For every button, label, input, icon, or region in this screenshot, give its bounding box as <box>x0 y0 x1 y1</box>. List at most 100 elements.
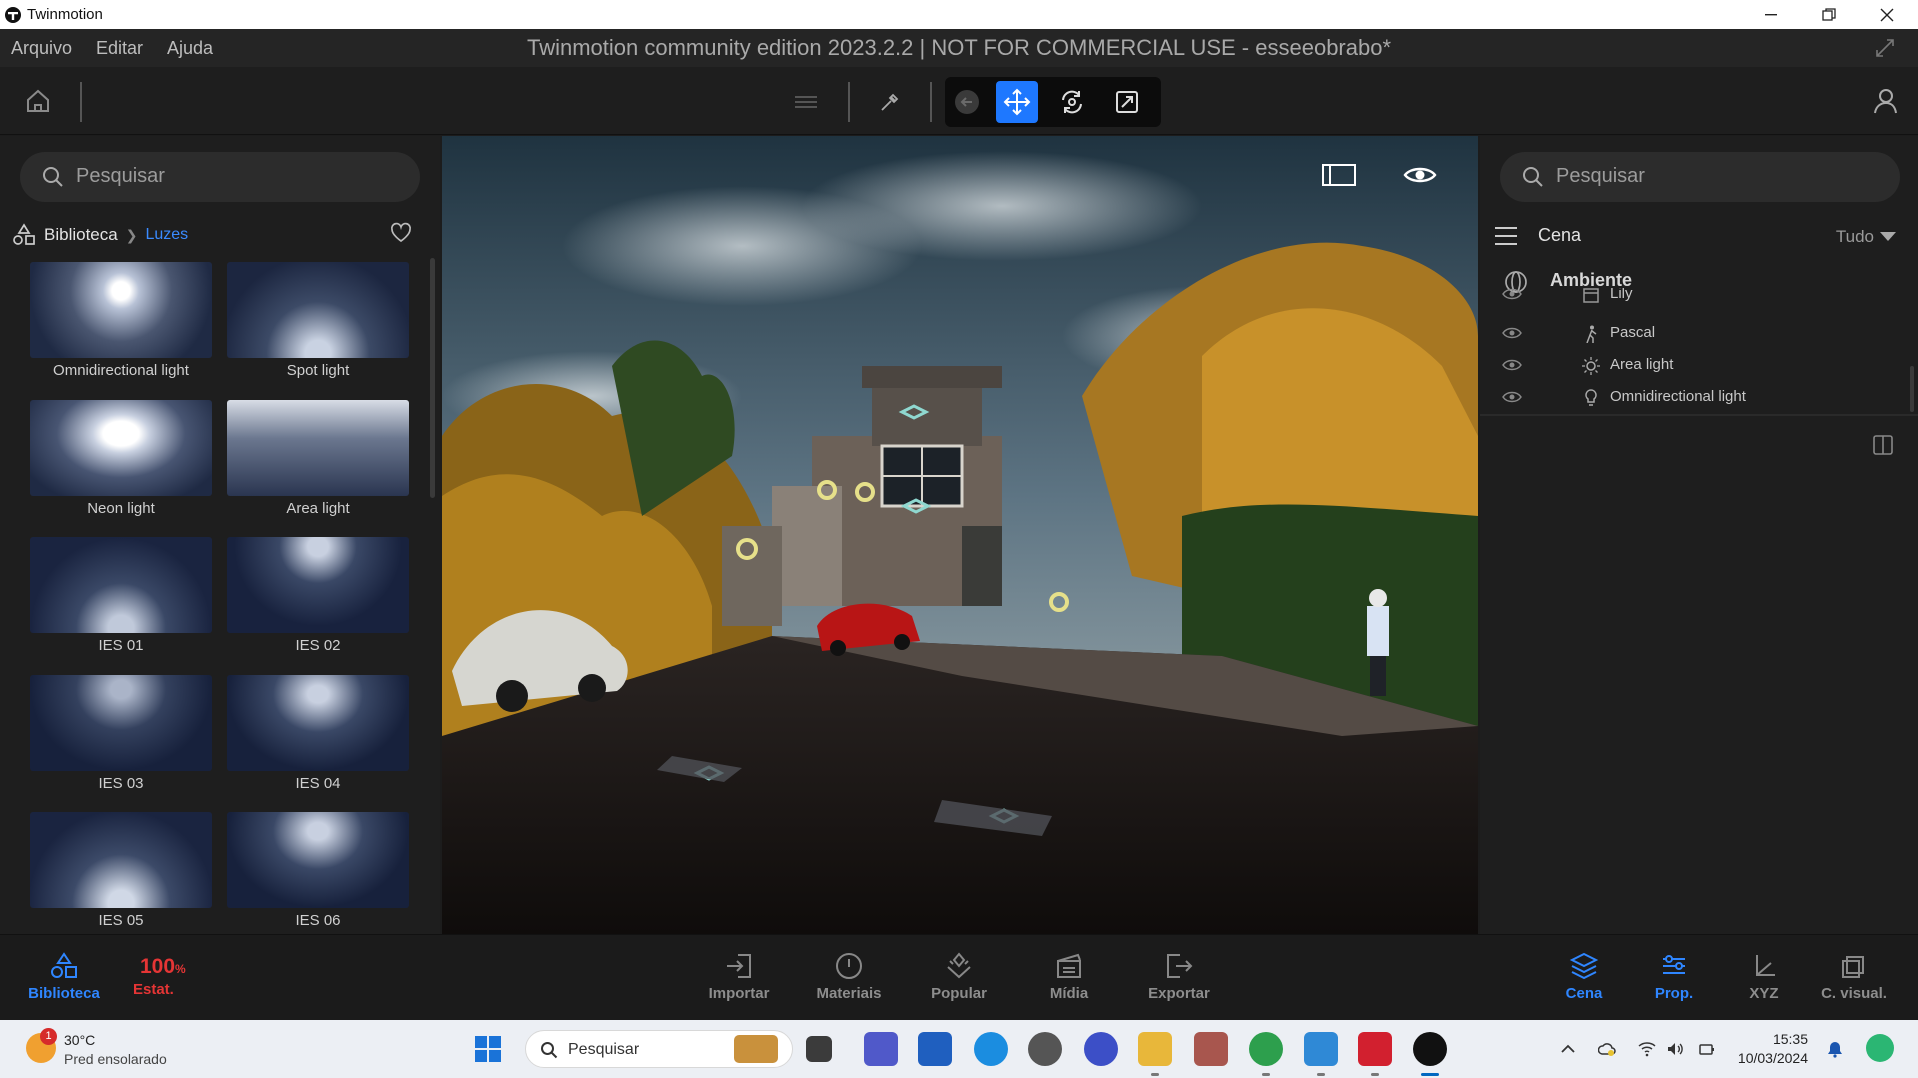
chevron-down-icon[interactable] <box>1880 232 1896 241</box>
cloud-sync-icon[interactable] <box>1598 1040 1616 1058</box>
close-button[interactable] <box>1858 0 1916 29</box>
windows-start-icon[interactable] <box>474 1035 502 1063</box>
scene-row-pascal[interactable]: Pascal <box>1480 318 1918 350</box>
media-clapper-icon <box>1057 953 1081 978</box>
eyedropper-button[interactable] <box>869 81 911 123</box>
weather-description[interactable]: Pred ensolarado <box>64 1051 167 1067</box>
back-button[interactable] <box>946 81 988 123</box>
light-thumbnail <box>30 537 212 633</box>
library-item[interactable]: Omnidirectional light <box>30 262 212 392</box>
store-icon[interactable] <box>918 1032 952 1066</box>
tab-materiais[interactable]: Materiais <box>804 951 894 1011</box>
restore-button[interactable] <box>1800 0 1858 29</box>
minimize-button[interactable] <box>1742 0 1800 29</box>
tab-importar[interactable]: Importar <box>694 951 784 1011</box>
windows-taskbar: 1 30°C Pred ensolarado Pesquisar 15:35 1… <box>0 1020 1918 1078</box>
home-icon[interactable] <box>24 87 52 115</box>
scene-row-area-light[interactable]: Area light <box>1480 350 1918 382</box>
library-item[interactable]: IES 02 <box>227 537 409 667</box>
scene-row-lily[interactable]: Lily <box>1480 288 1918 310</box>
favorites-heart-icon[interactable] <box>390 222 412 244</box>
split-panel-icon[interactable] <box>1872 434 1894 456</box>
library-item[interactable]: Area light <box>227 399 409 530</box>
volume-icon[interactable] <box>1666 1040 1684 1058</box>
eye-icon[interactable] <box>1502 389 1522 405</box>
rotate-tool-button[interactable] <box>1051 81 1093 123</box>
tab-prop[interactable]: Prop. <box>1629 951 1719 1011</box>
copilot-icon[interactable] <box>1866 1034 1894 1062</box>
scale-tool-button[interactable] <box>1106 81 1148 123</box>
system-clock[interactable]: 15:35 10/03/2024 <box>1736 1030 1808 1068</box>
light-thumbnail <box>227 399 409 496</box>
layers-button[interactable] <box>785 81 827 123</box>
tab-c-visual[interactable]: C. visual. <box>1809 951 1899 1011</box>
tab-cena[interactable]: Cena <box>1539 951 1629 1011</box>
visibility-button[interactable] <box>1400 160 1440 190</box>
3d-viewport[interactable] <box>442 136 1478 934</box>
eye-icon[interactable] <box>1502 325 1522 341</box>
library-scrollbar[interactable] <box>430 258 435 498</box>
teams-icon[interactable] <box>864 1032 898 1066</box>
restore-icon <box>1822 7 1836 21</box>
tab-exportar[interactable]: Exportar <box>1134 951 1224 1011</box>
edge-icon[interactable] <box>974 1032 1008 1066</box>
scene-filter-dropdown[interactable]: Tudo <box>1836 227 1874 247</box>
eye-icon[interactable] <box>1502 288 1522 302</box>
settings-gear-icon[interactable] <box>1028 1032 1062 1066</box>
menu-ajuda[interactable]: Ajuda <box>167 38 213 59</box>
list-menu-icon[interactable] <box>1494 226 1518 246</box>
window-titlebar: Twinmotion <box>0 0 1918 29</box>
taskbar-search[interactable]: Pesquisar <box>525 1030 793 1068</box>
library-item[interactable]: IES 01 <box>30 537 212 667</box>
scene-render[interactable] <box>442 136 1478 934</box>
wifi-icon[interactable] <box>1638 1040 1656 1058</box>
library-item[interactable]: IES 06 <box>227 812 409 942</box>
tab-biblioteca[interactable]: Biblioteca <box>19 951 109 1011</box>
tab-label: Importar <box>708 985 770 1002</box>
library-item[interactable]: IES 05 <box>30 812 212 942</box>
photo-app-icon[interactable] <box>1194 1032 1228 1066</box>
twinmotion-taskbar-icon[interactable] <box>1413 1032 1447 1066</box>
rotate-icon <box>1062 90 1082 114</box>
layers-stack-icon <box>1569 952 1599 980</box>
stat-label[interactable]: Estat. <box>133 981 174 998</box>
library-item-label: IES 03 <box>98 774 144 792</box>
chrome-icon[interactable] <box>1249 1032 1283 1066</box>
user-account-icon[interactable] <box>1871 87 1899 115</box>
scene-scrollbar[interactable] <box>1910 366 1914 412</box>
chevron-up-icon[interactable] <box>1559 1040 1577 1058</box>
fullscreen-icon[interactable] <box>1874 37 1896 59</box>
move-tool-button[interactable] <box>996 81 1038 123</box>
library-item[interactable]: IES 04 <box>227 674 409 805</box>
tab-popular[interactable]: Popular <box>914 951 1004 1011</box>
stat-value[interactable]: 100% <box>140 955 186 979</box>
app-c-icon[interactable] <box>1084 1032 1118 1066</box>
library-item[interactable]: IES 03 <box>30 674 212 805</box>
eye-icon[interactable] <box>1502 357 1522 373</box>
task-view-icon[interactable] <box>806 1036 832 1062</box>
weather-temperature[interactable]: 30°C <box>64 1032 95 1048</box>
notification-bell-icon[interactable] <box>1826 1040 1844 1058</box>
breadcrumb-current[interactable]: Luzes <box>145 226 188 244</box>
viewport-frame-button[interactable] <box>1319 160 1359 190</box>
menu-editar[interactable]: Editar <box>96 38 143 59</box>
library-search-placeholder: Pesquisar <box>76 165 165 187</box>
breadcrumb-root[interactable]: Biblioteca <box>44 225 118 245</box>
menu-arquivo[interactable]: Arquivo <box>11 38 72 59</box>
autocad-icon[interactable] <box>1358 1032 1392 1066</box>
light-thumbnail <box>30 262 212 358</box>
tab-xyz[interactable]: XYZ <box>1719 951 1809 1011</box>
scene-row-omnidirectional-light[interactable]: Omnidirectional light <box>1480 382 1918 414</box>
library-item[interactable]: Spot light <box>227 262 409 392</box>
library-search[interactable]: Pesquisar <box>20 152 420 202</box>
library-item-label: IES 05 <box>98 912 144 929</box>
file-explorer-icon[interactable] <box>1138 1032 1172 1066</box>
library-item[interactable]: Neon light <box>30 399 212 530</box>
tab-midia[interactable]: Mídia <box>1024 951 1114 1011</box>
move-arrows-icon <box>1003 88 1031 116</box>
battery-icon[interactable] <box>1698 1040 1716 1058</box>
vscode-icon[interactable] <box>1304 1032 1338 1066</box>
tab-label: Biblioteca <box>28 985 100 1002</box>
scene-search[interactable]: Pesquisar <box>1500 152 1900 202</box>
tab-label: Prop. <box>1654 985 1694 1002</box>
